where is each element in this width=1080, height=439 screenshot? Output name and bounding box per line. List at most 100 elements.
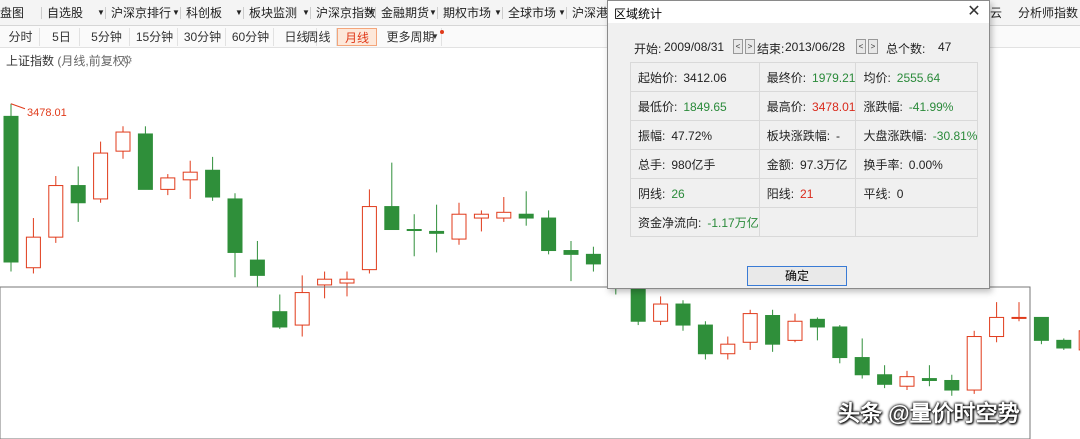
chevron-down-icon[interactable]: ▼	[367, 0, 375, 26]
stats-row: 资金净流向: -1.17万亿	[630, 207, 979, 237]
stat-value: 980亿手	[671, 157, 716, 172]
candle-body	[227, 198, 243, 253]
nav-item-2[interactable]: 沪深京排行	[111, 0, 171, 26]
candle-body	[317, 278, 333, 286]
chevron-down-icon[interactable]: ▼	[302, 0, 310, 26]
chevron-down-icon[interactable]: ▼	[494, 0, 502, 26]
high-marker	[10, 103, 26, 110]
candle-body	[832, 326, 848, 359]
candle-body	[787, 320, 803, 341]
nav-item-10[interactable]: 云	[990, 0, 1002, 26]
start-prev-button[interactable]: <	[733, 39, 743, 54]
stats-cell: 振幅: 47.72%	[630, 120, 760, 150]
nav-item-3[interactable]: 科创板	[186, 0, 222, 26]
chevron-down-icon[interactable]: ▼	[430, 28, 440, 46]
period-tab-0[interactable]: 分时	[2, 28, 40, 46]
stat-label: 阳线:	[766, 186, 795, 201]
period-tab-1[interactable]: 5日	[44, 28, 80, 46]
candle-body	[1033, 316, 1049, 341]
candle-body	[496, 211, 512, 219]
stat-label: 均价:	[863, 70, 891, 85]
candle-body	[473, 213, 489, 219]
candle-body	[339, 278, 355, 284]
dialog-range-row: 开始: 2009/08/31 < > 结束: 2013/06/28 < > 总个…	[608, 37, 989, 57]
chevron-down-icon[interactable]: ▼	[429, 0, 437, 26]
start-date: 2009/08/31	[664, 40, 725, 54]
chevron-down-icon[interactable]: ▼	[97, 0, 105, 26]
candle-body	[406, 229, 422, 232]
stats-cell: 均价: 2555.64	[855, 62, 979, 92]
stats-row: 起始价: 3412.06 最终价: 1979.21 均价: 2555.64	[630, 62, 979, 92]
stat-label: 最低价:	[638, 99, 678, 114]
stats-row: 阴线: 26 阳线: 21 平线: 0	[630, 178, 979, 208]
stats-row: 总手: 980亿手 金额: 97.3万亿 换手率: 0.00%	[630, 149, 979, 179]
candle-body	[720, 343, 736, 355]
nav-item-11[interactable]: 分析师指数	[1018, 0, 1078, 26]
chevron-down-icon[interactable]: ▼	[235, 0, 243, 26]
nav-item-9[interactable]: 沪深港	[572, 0, 608, 26]
candle-body	[294, 292, 310, 326]
candle-body	[182, 171, 198, 181]
stats-cell: 阳线: 21	[758, 178, 857, 208]
candle-body	[451, 213, 467, 240]
stat-label: 最高价:	[766, 99, 807, 114]
period-tab-2[interactable]: 5分钟	[84, 28, 130, 46]
stat-label: 涨跌幅:	[863, 99, 903, 114]
candle-body	[249, 259, 265, 276]
candle-body	[742, 313, 758, 343]
period-tab-8[interactable]: 月线	[337, 28, 377, 46]
chevron-down-icon[interactable]: ▼	[172, 0, 180, 26]
nav-item-1[interactable]: 自选股	[47, 0, 83, 26]
ok-button[interactable]: 确定	[747, 266, 847, 286]
stat-value: -	[836, 128, 841, 143]
candle-body	[809, 318, 825, 328]
nav-item-8[interactable]: 全球市场	[508, 0, 556, 26]
nav-item-0[interactable]: 盘图	[0, 0, 24, 26]
nav-separator	[502, 7, 503, 19]
gear-icon[interactable]: ⚙	[122, 53, 133, 67]
period-tab-4[interactable]: 30分钟	[180, 28, 226, 46]
new-dot-icon	[440, 30, 444, 34]
candle-body	[944, 379, 960, 391]
end-label: 结束:	[757, 42, 785, 56]
candle-body	[361, 206, 377, 271]
nav-item-7[interactable]: 期权市场	[443, 0, 491, 26]
stat-value: 26	[671, 186, 685, 201]
candle-body	[585, 253, 601, 265]
nav-item-6[interactable]: 金融期货	[381, 0, 429, 26]
stat-label: 资金净流向:	[638, 215, 702, 230]
candle-body	[70, 185, 86, 204]
start-label: 开始:	[634, 42, 662, 56]
nav-separator	[180, 7, 181, 19]
stats-cell: 资金净流向: -1.17万亿	[630, 207, 760, 237]
period-tab-3[interactable]: 15分钟	[132, 28, 178, 46]
period-tab-7[interactable]: 周线	[301, 28, 337, 46]
stat-value: 3412.06	[683, 70, 727, 85]
start-next-button[interactable]: >	[745, 39, 755, 54]
candle-body	[93, 152, 109, 200]
candle-body	[921, 378, 937, 381]
end-next-button[interactable]: >	[868, 39, 878, 54]
stats-cell	[855, 207, 979, 237]
candle-body	[541, 217, 557, 252]
close-icon[interactable]: ✕	[963, 2, 985, 22]
dialog-titlebar[interactable]: 区域统计 ✕	[608, 1, 989, 23]
chart-title-name: 上证指数	[6, 54, 55, 68]
stats-grid: 起始价: 3412.06 最终价: 1979.21 均价: 2555.64 最低价: 1849…	[630, 62, 979, 237]
stat-value: 0	[896, 186, 904, 201]
end-prev-button[interactable]: <	[856, 39, 866, 54]
nav-separator	[41, 7, 42, 19]
high-price-label: 3478.01	[27, 107, 67, 119]
stats-cell: 最终价: 1979.21	[758, 62, 857, 92]
stat-label: 振幅:	[638, 128, 666, 143]
nav-item-4[interactable]: 板块监测	[249, 0, 297, 26]
candle-body	[966, 336, 982, 391]
stat-value: 0.00%	[908, 157, 943, 172]
period-tab-5[interactable]: 60分钟	[228, 28, 274, 46]
stats-row: 振幅: 47.72% 板块涨跌幅: - 大盘涨跌幅: -30.81%	[630, 120, 979, 150]
candle-body	[854, 357, 870, 376]
stats-cell: 板块涨跌幅: -	[758, 120, 857, 150]
candle-body	[675, 303, 691, 326]
candle-body	[48, 185, 64, 238]
chevron-down-icon[interactable]: ▼	[558, 0, 566, 26]
